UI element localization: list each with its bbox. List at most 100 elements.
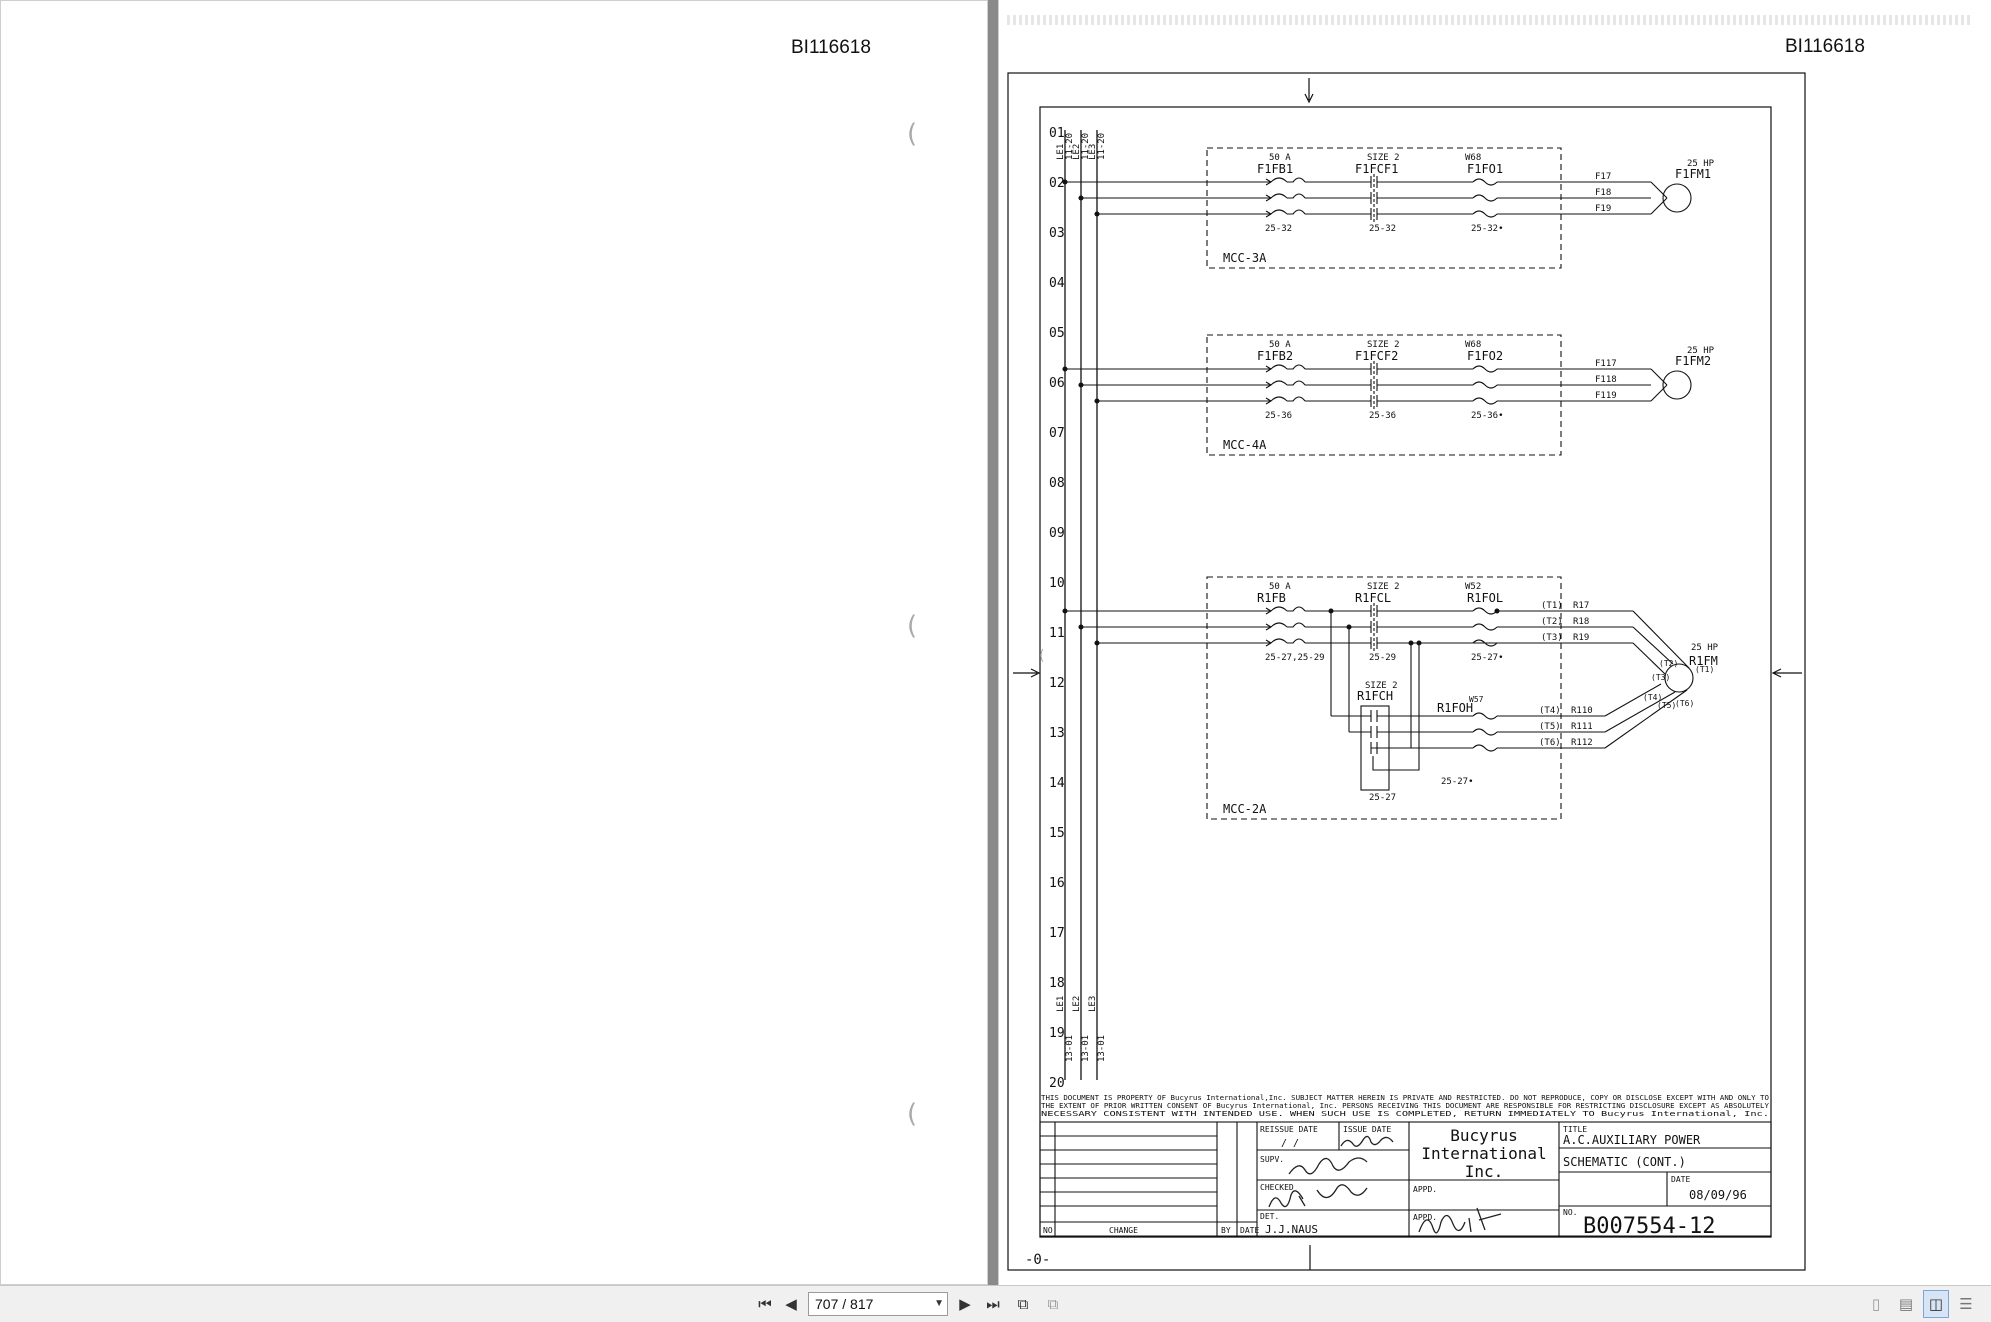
- breaker-reference: 25-32: [1265, 224, 1292, 234]
- continuous-view-button[interactable]: ▤: [1893, 1290, 1919, 1318]
- first-page-button[interactable]: ⏮: [752, 1290, 778, 1318]
- last-page-button[interactable]: ⏭: [980, 1290, 1006, 1318]
- company-name-line: International: [1421, 1144, 1546, 1163]
- outer-border: [1007, 72, 1806, 1271]
- contactor-tag: F1FCF2: [1355, 349, 1398, 363]
- overload-heater: [1472, 607, 1498, 615]
- row-number: 17: [1049, 926, 1065, 941]
- breaker-contact: [1265, 380, 1306, 389]
- overload-heater: [1472, 365, 1498, 373]
- drawing-title-line: SCHEMATIC (CONT.): [1563, 1155, 1686, 1169]
- facing-view-button[interactable]: ◫: [1923, 1290, 1949, 1318]
- row-number: 13: [1049, 726, 1065, 741]
- panel-label: MCC-3A: [1223, 251, 1267, 265]
- wire-number: R17: [1573, 601, 1589, 611]
- previous-view-button[interactable]: ⧉: [1010, 1290, 1036, 1318]
- breaker-contact: [1265, 622, 1306, 631]
- revision-column-change: CHANGE: [1109, 1226, 1138, 1235]
- overload-heater: [1472, 381, 1498, 389]
- junction-dot: [1328, 608, 1334, 614]
- junction-dot: [1346, 624, 1352, 630]
- row-number: 11: [1049, 626, 1065, 641]
- overload-reference: 25-27•: [1471, 653, 1504, 663]
- contactor-tag: R1FCH: [1357, 689, 1393, 703]
- property-notice-line: NECESSARY CONSISTENT WITH INTENDED USE. …: [1041, 1110, 1769, 1118]
- single-page-view-button[interactable]: ▯: [1863, 1290, 1889, 1318]
- supv-label: SUPV.: [1260, 1155, 1284, 1164]
- page-gap: [988, 0, 998, 1285]
- next-page-button[interactable]: ▶: [952, 1290, 978, 1318]
- date-value: 08/09/96: [1689, 1188, 1747, 1202]
- row-number: 19: [1049, 1026, 1065, 1041]
- page-number-field[interactable]: 707 / 817 ▼: [808, 1292, 948, 1316]
- panel-label: MCC-4A: [1223, 438, 1267, 452]
- company-name-line: Inc.: [1465, 1162, 1504, 1181]
- overload-heater: [1472, 194, 1498, 202]
- continuous-facing-view-button[interactable]: ☰: [1953, 1290, 1979, 1318]
- triangle-left-icon: ◀: [785, 1295, 797, 1313]
- row-number: 02: [1049, 176, 1065, 191]
- single-page-icon: ▯: [1871, 1295, 1881, 1313]
- overload-heater: [1472, 712, 1498, 720]
- bus-label: LE1: [1056, 996, 1066, 1012]
- revision-column-by: BY: [1221, 1226, 1231, 1235]
- pdf-navigation-toolbar: ⏮ ◀ 707 / 817 ▼ ▶ ⏭ ⧉ ⧉ ▯ ▤ ◫ ☰: [0, 1285, 1991, 1322]
- appd-label: APPD.: [1413, 1185, 1437, 1194]
- overload-heater: [1472, 623, 1498, 631]
- contactor-tag: F1FCF1: [1355, 162, 1398, 176]
- revision-mark: -0-: [1025, 1252, 1050, 1268]
- punch-hole-mark: (: [1039, 648, 1045, 664]
- motor-terminal: (T2): [1659, 659, 1678, 668]
- breaker-contact: [1265, 364, 1306, 373]
- motor-terminal: (T3): [1651, 673, 1670, 682]
- overload-reference: 25-32•: [1471, 224, 1504, 234]
- terminal-label: (T6): [1539, 738, 1561, 748]
- company-name-line: Bucyrus: [1450, 1126, 1517, 1145]
- drawing-title-line: A.C.AUXILIARY POWER: [1563, 1133, 1701, 1147]
- previous-page-button[interactable]: ◀: [778, 1290, 804, 1318]
- terminal-label: (T3): [1541, 633, 1563, 643]
- terminal-label: (T4): [1539, 706, 1561, 716]
- previous-view-icon: ⧉: [1017, 1295, 1029, 1313]
- panel-label: MCC-2A: [1223, 802, 1267, 816]
- left-page: BI116618 ( ( (: [0, 0, 988, 1285]
- skip-to-start-icon: ⏮: [758, 1295, 772, 1313]
- bus-reference: 13-01: [1081, 1035, 1091, 1062]
- next-view-button[interactable]: ⧉: [1040, 1290, 1066, 1318]
- row-number: 16: [1049, 876, 1065, 891]
- row-number: 12: [1049, 676, 1065, 691]
- drawing-no-label: NO.: [1563, 1208, 1577, 1217]
- right-page: BI116618 01 02 03 04 05 06 07 08 09 10 11 12 13 14 15 1…: [998, 0, 1991, 1285]
- wire-number: F18: [1595, 188, 1611, 198]
- row-number: 10: [1049, 576, 1065, 591]
- breaker-contact: [1265, 209, 1306, 218]
- overload-tag: R1FOL: [1467, 591, 1503, 605]
- overload-heater: [1472, 397, 1498, 405]
- overload-tag: R1FOH: [1437, 701, 1473, 715]
- wire-number: R110: [1571, 706, 1593, 716]
- overload-heater: [1472, 210, 1498, 218]
- bus-reference: 11-20: [1097, 133, 1107, 160]
- drawing-number: B007554-12: [1583, 1214, 1715, 1239]
- revision-column-no: NO: [1043, 1226, 1053, 1235]
- wire-number: R111: [1571, 722, 1593, 732]
- motor-lead: [1650, 368, 1668, 402]
- row-number: 20: [1049, 1076, 1065, 1091]
- breaker-contact: [1265, 638, 1306, 647]
- property-notice-line: THE EXTENT OF PRIOR WRITTEN CONSENT OF B…: [1041, 1102, 1770, 1110]
- revision-column-date: DATE: [1240, 1226, 1259, 1235]
- breaker-tag: F1FB2: [1257, 349, 1293, 363]
- row-number: 03: [1049, 226, 1065, 241]
- row-number: 14: [1049, 776, 1065, 791]
- row-number: 05: [1049, 326, 1065, 341]
- motor-terminal: (T6): [1675, 699, 1694, 708]
- row-number: 06: [1049, 376, 1065, 391]
- det-value: J.J.NAUS: [1265, 1223, 1318, 1236]
- wire-number: R18: [1573, 617, 1589, 627]
- breaker-tag: R1FB: [1257, 591, 1286, 605]
- overload-heater: [1472, 728, 1498, 736]
- triangle-right-icon: ▶: [959, 1295, 971, 1313]
- row-number: 09: [1049, 526, 1065, 541]
- det-label: DET.: [1260, 1212, 1279, 1221]
- chevron-down-icon[interactable]: ▼: [934, 1295, 944, 1313]
